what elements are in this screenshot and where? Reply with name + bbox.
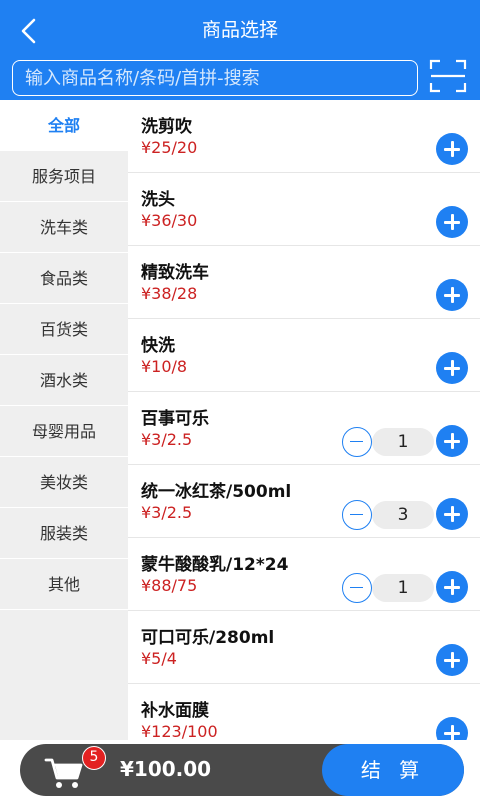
product-row: 蒙牛酸酸乳/12*24 ¥88/75 1 — [128, 538, 480, 611]
sidebar-category-item[interactable]: 服装类 — [0, 508, 128, 559]
product-name: 洗头 — [141, 190, 175, 210]
sidebar-category-item[interactable]: 酒水类 — [0, 355, 128, 406]
add-product-button[interactable] — [436, 717, 468, 740]
sidebar-category-item[interactable]: 美妆类 — [0, 457, 128, 508]
search-input[interactable] — [12, 60, 418, 96]
cart-total: ¥100.00 — [120, 757, 212, 781]
product-price: ¥88/75 — [141, 576, 198, 595]
product-row: 统一冰红茶/500ml ¥3/2.5 3 — [128, 465, 480, 538]
quantity-value: 1 — [372, 574, 434, 602]
sidebar-category-item[interactable]: 百货类 — [0, 304, 128, 355]
product-row: 百事可乐 ¥3/2.5 1 — [128, 392, 480, 465]
product-price: ¥25/20 — [141, 138, 198, 157]
product-price: ¥10/8 — [141, 357, 188, 376]
product-price: ¥36/30 — [141, 211, 198, 230]
product-row: 可口可乐/280ml ¥5/4 — [128, 611, 480, 684]
product-row: 补水面膜 ¥123/100 — [128, 684, 480, 740]
cart-bar: 5 ¥100.00 结 算 — [20, 744, 464, 796]
shopping-cart-icon[interactable] — [44, 756, 84, 790]
add-product-button[interactable] — [436, 352, 468, 384]
product-list: 洗剪吹 ¥25/20 洗头 ¥36/30 精致洗车 ¥38/28 快洗 ¥10/8 百事可乐 ¥3… — [128, 100, 480, 740]
product-name: 蒙牛酸酸乳/12*24 — [141, 555, 289, 575]
add-product-button[interactable] — [436, 498, 468, 530]
cart-count-badge: 5 — [82, 746, 106, 770]
sidebar-category-item[interactable]: 全部 — [0, 100, 128, 151]
page-title: 商品选择 — [201, 19, 278, 41]
product-price: ¥5/4 — [141, 649, 177, 668]
add-product-button[interactable] — [436, 133, 468, 165]
decrease-quantity-button[interactable] — [342, 427, 372, 457]
product-price: ¥3/2.5 — [141, 430, 193, 449]
add-product-button[interactable] — [436, 425, 468, 457]
category-sidebar: 全部 服务项目 洗车类 食品类 百货类 酒水类 母婴用品 美妆类 服装类 其他 — [0, 100, 128, 740]
product-price: ¥38/28 — [141, 284, 198, 303]
product-name: 百事可乐 — [141, 409, 209, 429]
product-name: 可口可乐/280ml — [141, 628, 275, 648]
decrease-quantity-button[interactable] — [342, 573, 372, 603]
sidebar-category-item[interactable]: 食品类 — [0, 253, 128, 304]
product-row: 洗剪吹 ¥25/20 — [128, 100, 480, 173]
product-row: 快洗 ¥10/8 — [128, 319, 480, 392]
product-row: 精致洗车 ¥38/28 — [128, 246, 480, 319]
checkout-button[interactable]: 结 算 — [322, 744, 464, 796]
sidebar-category-item[interactable]: 母婴用品 — [0, 406, 128, 457]
product-name: 精致洗车 — [141, 263, 209, 283]
scan-button[interactable] — [429, 59, 467, 93]
decrease-quantity-button[interactable] — [342, 500, 372, 530]
bottom-bar: 5 ¥100.00 结 算 — [0, 740, 480, 800]
add-product-button[interactable] — [436, 571, 468, 603]
product-price: ¥123/100 — [141, 722, 218, 740]
header-bar: 商品选择 — [0, 0, 480, 100]
sidebar-category-item[interactable]: 其他 — [0, 559, 128, 610]
sidebar-category-item[interactable]: 服务项目 — [0, 151, 128, 202]
product-price: ¥3/2.5 — [141, 503, 193, 522]
add-product-button[interactable] — [436, 206, 468, 238]
product-name: 补水面膜 — [141, 701, 209, 721]
sidebar-category-item[interactable]: 洗车类 — [0, 202, 128, 253]
scan-icon — [429, 59, 467, 93]
quantity-value: 3 — [372, 501, 434, 529]
product-name: 统一冰红茶/500ml — [141, 482, 292, 502]
product-row: 洗头 ¥36/30 — [128, 173, 480, 246]
product-name: 洗剪吹 — [141, 117, 192, 137]
product-name: 快洗 — [141, 336, 175, 356]
add-product-button[interactable] — [436, 279, 468, 311]
quantity-value: 1 — [372, 428, 434, 456]
add-product-button[interactable] — [436, 644, 468, 676]
